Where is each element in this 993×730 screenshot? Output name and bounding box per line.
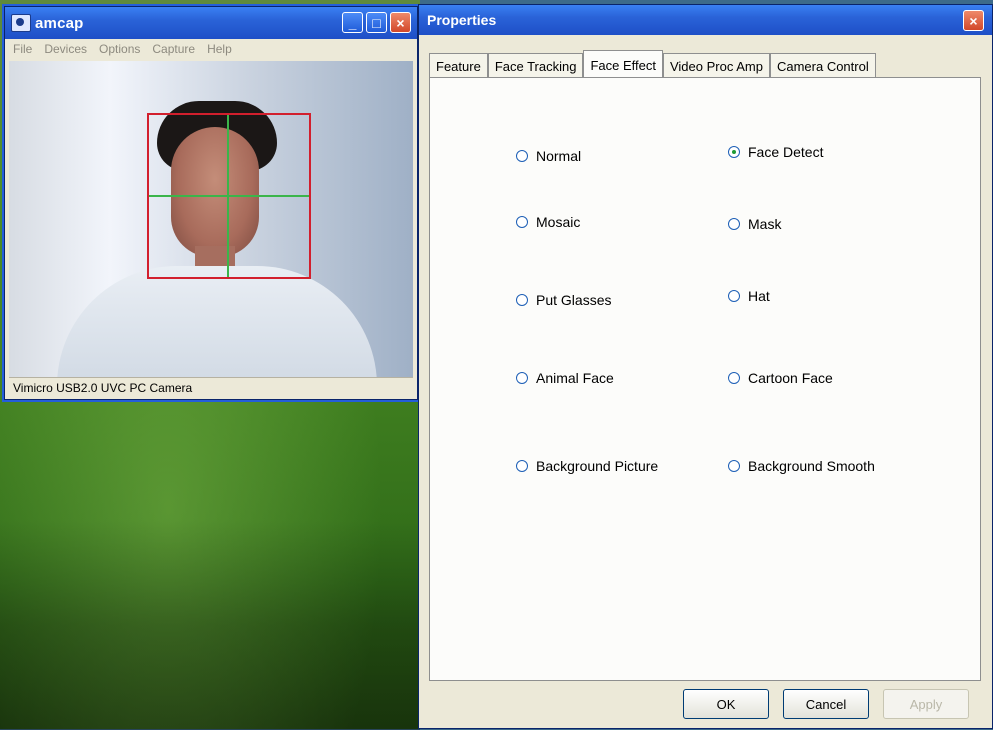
radio-label: Cartoon Face — [748, 370, 833, 386]
tab-label: Feature — [436, 58, 481, 74]
properties-tabs: Feature Face Tracking Face Effect Video … — [429, 49, 876, 79]
radio-mosaic[interactable]: Mosaic — [516, 214, 580, 230]
apply-button[interactable]: Apply — [883, 689, 969, 719]
radio-icon — [516, 460, 528, 472]
menu-capture[interactable]: Capture — [152, 42, 195, 56]
radio-face-detect[interactable]: Face Detect — [728, 144, 823, 160]
radio-background-picture[interactable]: Background Picture — [516, 458, 658, 474]
radio-normal[interactable]: Normal — [516, 148, 581, 164]
face-detect-crosshair-vertical — [227, 115, 229, 277]
radio-icon — [516, 150, 528, 162]
amcap-window-buttons: _ □ × — [342, 12, 411, 33]
radio-icon — [728, 146, 740, 158]
radio-icon — [728, 372, 740, 384]
radio-label: Background Picture — [536, 458, 659, 474]
camera-preview — [9, 61, 413, 377]
radio-label: Normal — [536, 148, 582, 164]
close-icon[interactable]: × — [390, 12, 411, 33]
menu-devices[interactable]: Devices — [44, 42, 87, 56]
radio-icon — [516, 216, 528, 228]
radio-icon — [516, 294, 528, 306]
amcap-statusbar: Vimicro USB2.0 UVC PC Camera — [9, 377, 413, 397]
menu-help[interactable]: Help — [207, 42, 232, 56]
tab-label: Face Effect — [590, 57, 656, 73]
radio-icon — [516, 372, 528, 384]
face-detect-crosshair-horizontal — [149, 195, 309, 197]
amcap-title: amcap — [35, 14, 84, 32]
radio-label: Face Detect — [748, 144, 824, 160]
camera-status-text: Vimicro USB2.0 UVC PC Camera — [13, 381, 193, 395]
ok-button[interactable]: OK — [683, 689, 769, 719]
cancel-button[interactable]: Cancel — [783, 689, 869, 719]
menu-file[interactable]: File — [13, 42, 32, 56]
tab-camera-control[interactable]: Camera Control — [769, 53, 876, 78]
radio-label: Mask — [748, 216, 782, 232]
face-detect-box — [147, 113, 311, 279]
radio-mask[interactable]: Mask — [728, 216, 781, 232]
radio-put-glasses[interactable]: Put Glasses — [516, 292, 611, 308]
radio-icon — [728, 460, 740, 472]
radio-cartoon-face[interactable]: Cartoon Face — [728, 370, 833, 386]
tab-label: Camera Control — [776, 58, 869, 74]
radio-icon — [728, 218, 740, 230]
minimize-icon[interactable]: _ — [342, 12, 363, 33]
maximize-icon[interactable]: □ — [366, 12, 387, 33]
radio-label: Put Glasses — [536, 292, 612, 308]
radio-label: Background Smooth — [748, 458, 875, 474]
tab-feature[interactable]: Feature — [429, 53, 488, 78]
tab-video-proc-amp[interactable]: Video Proc Amp — [662, 53, 770, 78]
amcap-app-icon — [11, 14, 31, 32]
tab-face-effect[interactable]: Face Effect — [583, 50, 663, 79]
menu-options[interactable]: Options — [99, 42, 140, 56]
properties-title: Properties — [427, 12, 497, 28]
radio-label: Animal Face — [536, 370, 614, 386]
properties-dialog: Properties × Feature Face Tracking Face … — [418, 4, 993, 729]
radio-label: Hat — [748, 288, 770, 304]
dialog-buttons: OK Cancel Apply — [683, 689, 969, 719]
radio-animal-face[interactable]: Animal Face — [516, 370, 614, 386]
amcap-titlebar[interactable]: amcap _ □ × — [5, 7, 417, 39]
radio-icon — [728, 290, 740, 302]
tab-label: Video Proc Amp — [669, 58, 763, 74]
radio-label: Mosaic — [536, 214, 581, 230]
amcap-menubar: File Devices Options Capture Help — [5, 39, 417, 59]
face-effect-panel: Normal Mosaic Put Glasses Animal Face Ba… — [429, 77, 981, 681]
properties-titlebar[interactable]: Properties × — [419, 5, 992, 35]
radio-hat[interactable]: Hat — [728, 288, 770, 304]
close-icon[interactable]: × — [963, 10, 984, 31]
tab-label: Face Tracking — [494, 58, 577, 74]
radio-background-smooth[interactable]: Background Smooth — [728, 458, 875, 474]
tab-face-tracking[interactable]: Face Tracking — [487, 53, 584, 78]
shirt — [57, 266, 377, 377]
amcap-window: amcap _ □ × File Devices Options Capture… — [4, 6, 418, 400]
